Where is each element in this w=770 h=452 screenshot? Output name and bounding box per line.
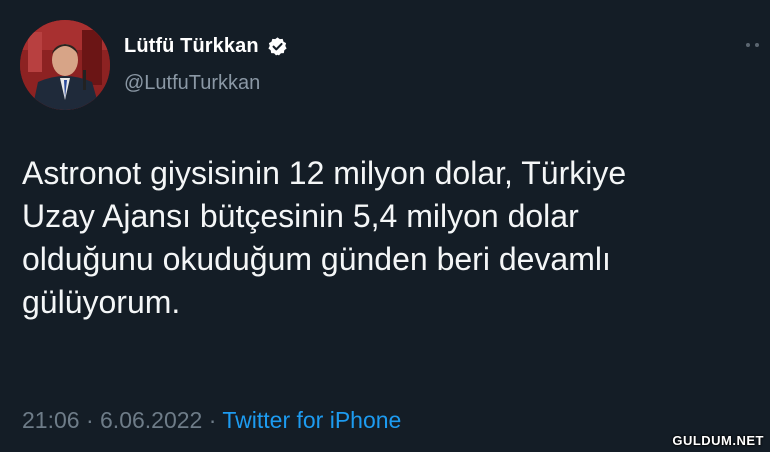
avatar-image xyxy=(20,20,110,110)
meta-separator: · xyxy=(202,407,223,433)
tweet-time[interactable]: 21:06 xyxy=(22,407,80,433)
display-name[interactable]: Lütfü Türkkan xyxy=(124,35,259,58)
meta-separator: · xyxy=(79,407,101,433)
watermark: GULDUM.NET xyxy=(672,433,764,448)
more-options-icon[interactable] xyxy=(746,39,770,51)
tweet-source-link[interactable]: Twitter for iPhone xyxy=(222,407,401,433)
tweet-text: Astronot giysisinin 12 milyon dolar, Tür… xyxy=(22,155,627,320)
tweet-card: Lütfü Türkkan @LutfuTurkkan Astronot giy… xyxy=(0,0,770,452)
verified-badge-icon xyxy=(267,36,288,57)
author-name-row: Lütfü Türkkan xyxy=(124,35,288,58)
tweet-date[interactable]: 6.06.2022 xyxy=(100,407,202,433)
tweet-meta: 21:06 · 6.06.2022 · Twitter for iPhone xyxy=(22,407,401,434)
user-handle[interactable]: @LutfuTurkkan xyxy=(124,72,260,95)
avatar[interactable] xyxy=(20,20,110,110)
